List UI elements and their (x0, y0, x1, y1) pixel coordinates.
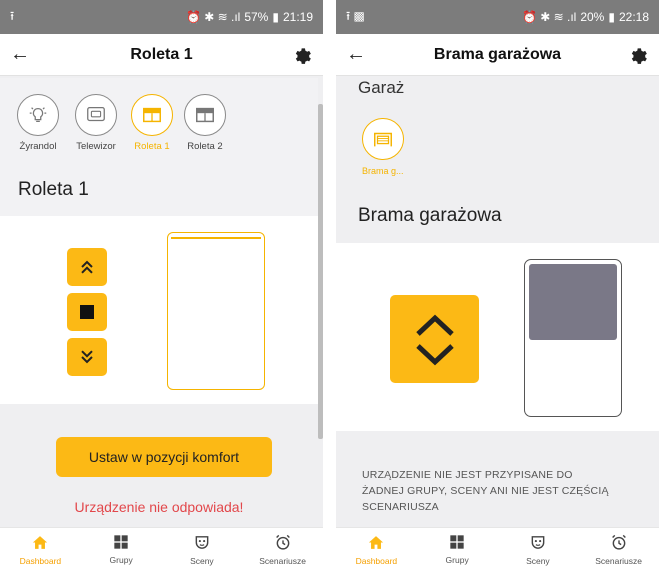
nav-label: Grupy (109, 555, 133, 565)
alarm-clock-icon (275, 534, 290, 550)
stop-icon (80, 305, 94, 319)
home-icon (369, 536, 384, 549)
blind-up-button[interactable] (67, 248, 107, 286)
nav-grupy[interactable]: Grupy (417, 528, 498, 569)
battery-icon: ▮ (272, 10, 279, 24)
nav-scenariusze[interactable]: Scenariusze (578, 528, 659, 569)
nav-scenariusze[interactable]: Scenariusze (242, 528, 323, 569)
home-icon (33, 536, 48, 549)
nav-label: Dashboard (355, 556, 398, 566)
battery-level: 20% (580, 10, 605, 24)
device-item-roleta-2[interactable]: Roleta 2 (175, 94, 235, 152)
back-arrow-icon[interactable]: ← (0, 43, 40, 66)
mask-icon (195, 536, 209, 549)
clock: 21:19 (282, 10, 313, 24)
tv-icon (75, 94, 117, 136)
blind-control-panel (0, 216, 318, 404)
device-item-telewizor[interactable]: Telewizor (66, 94, 126, 152)
clock: 22:18 (618, 10, 649, 24)
komfort-position-button[interactable]: Ustaw w pozycji komfort (56, 437, 272, 477)
device-label: Roleta 2 (187, 141, 223, 152)
device-label: Roleta 1 (134, 141, 170, 152)
group-title: Garaż (358, 78, 405, 97)
nav-label: Sceny (526, 556, 550, 566)
nav-sceny[interactable]: Sceny (498, 528, 579, 569)
device-item-brama[interactable]: Brama g... (362, 118, 422, 176)
upload-icon: ⭱ (10, 8, 15, 23)
gate-toggle-button[interactable] (390, 295, 479, 383)
upload-icon: ⭱ ▩ (346, 8, 365, 23)
page-title: Brama garażowa (433, 45, 562, 63)
battery-icon: ▮ (608, 10, 615, 24)
nav-label: Sceny (190, 556, 214, 566)
nav-label: Dashboard (19, 556, 62, 566)
nav-grupy[interactable]: Grupy (81, 528, 162, 569)
nav-sceny[interactable]: Sceny (162, 528, 243, 569)
alarm-clock-icon (611, 534, 626, 550)
nav-dashboard[interactable]: Dashboard (0, 528, 81, 569)
lightbulb-icon (17, 94, 59, 136)
blind-stop-button[interactable] (67, 293, 107, 331)
bottom-nav: Dashboard Grupy Sceny Scenariusze (336, 527, 659, 569)
info-line: ŻADNEJ GRUPY, SCENY ANI NIE JEST CZĘŚCIĄ (362, 484, 609, 497)
battery-level: 57% (244, 10, 269, 24)
gate-position-indicator (524, 259, 622, 417)
gate-fill (529, 264, 617, 340)
phone-screen-roleta: ⭱ ⏰ ✱ ≋ .ıl 57% ▮ 21:19 ← Roleta 1 Żyran… (0, 0, 323, 569)
phone-screen-brama: ⭱ ▩ ⏰ ✱ ≋ .ıl 20% ▮ 22:18 ← Brama garażo… (336, 0, 659, 569)
garage-door-icon (362, 118, 404, 160)
bottom-nav: Dashboard Grupy Sceny Scenariusze (0, 527, 323, 569)
app-bar: ← Roleta 1 (0, 34, 323, 76)
status-icons: ⏰ ✱ ≋ .ıl (185, 10, 241, 24)
up-down-arrows-icon (415, 314, 454, 366)
grid-icon (450, 535, 464, 549)
device-label: Telewizor (76, 141, 116, 152)
gate-control-panel (336, 243, 659, 431)
nav-label: Scenariusze (595, 556, 643, 566)
grid-icon (114, 535, 128, 549)
settings-gear-icon[interactable] (283, 45, 323, 65)
blind-slat (171, 237, 261, 239)
app-bar: ← Brama garażowa (336, 34, 659, 76)
section-title: Roleta 1 (0, 164, 318, 216)
blind-position-indicator (167, 232, 265, 390)
info-line: URZĄDZENIE NIE JEST PRZYPISANE DO (362, 469, 573, 481)
status-icons: ⏰ ✱ ≋ .ıl (521, 10, 577, 24)
device-selector: Żyrandol Telewizor Roleta 1 Roleta 2 (0, 78, 318, 164)
device-label: Brama g... (362, 166, 404, 176)
back-arrow-icon[interactable]: ← (336, 43, 376, 66)
nav-dashboard[interactable]: Dashboard (336, 528, 417, 569)
assignment-info: URZĄDZENIE NIE JEST PRZYPISANE DO ŻADNEJ… (362, 468, 632, 515)
scrollbar[interactable] (318, 104, 323, 439)
status-bar: ⭱ ⏰ ✱ ≋ .ıl 57% ▮ 21:19 (0, 0, 323, 34)
nav-label: Grupy (445, 555, 469, 565)
settings-gear-icon[interactable] (619, 45, 659, 65)
device-item-zyrandol[interactable]: Żyrandol (8, 94, 68, 152)
status-bar: ⭱ ▩ ⏰ ✱ ≋ .ıl 20% ▮ 22:18 (336, 0, 659, 34)
info-line: SCENARIUSZA (362, 500, 439, 513)
nav-label: Scenariusze (259, 556, 307, 566)
page-title: Roleta 1 (130, 45, 193, 63)
mask-icon (531, 536, 545, 549)
blind-icon (184, 94, 226, 136)
device-item-roleta-1[interactable]: Roleta 1 (122, 94, 182, 152)
blind-icon (131, 94, 173, 136)
error-message: Urządzenie nie odpowiada! (74, 499, 244, 515)
section-title: Brama garażowa (336, 190, 659, 242)
blind-down-button[interactable] (67, 338, 107, 376)
device-label: Żyrandol (19, 141, 57, 152)
